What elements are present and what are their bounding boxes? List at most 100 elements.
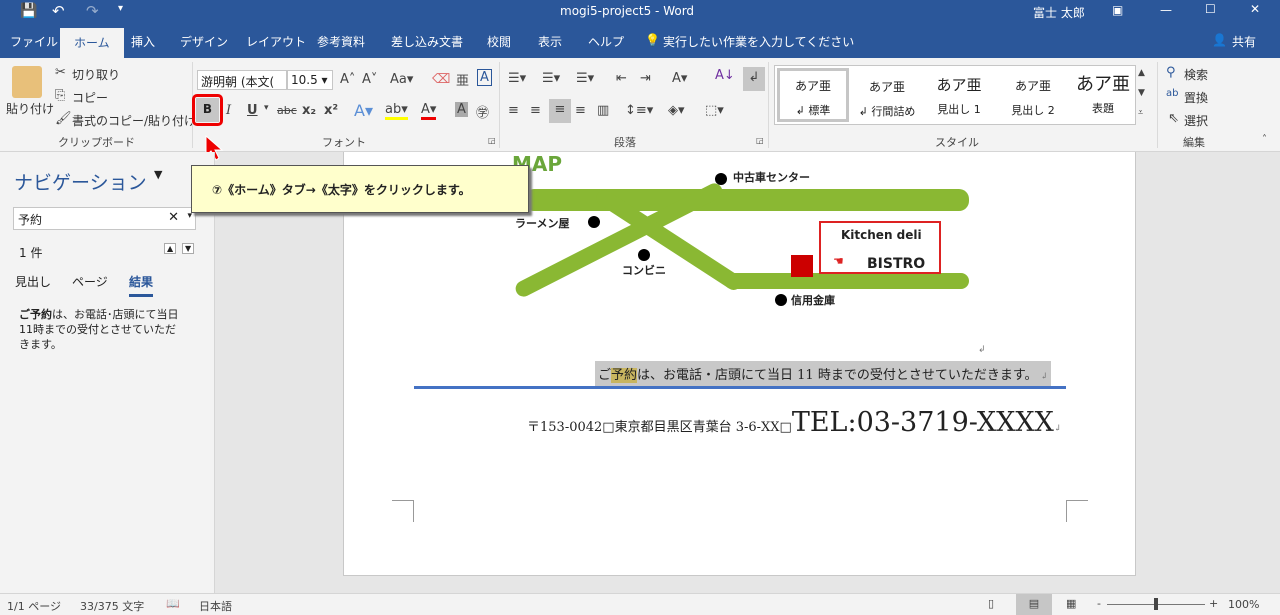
save-icon[interactable]: 💾	[20, 3, 37, 19]
paste-icon[interactable]	[12, 66, 42, 98]
print-layout-icon[interactable]: ▤	[1016, 594, 1052, 615]
previous-result-icon[interactable]: ▲	[164, 243, 177, 254]
tab-file[interactable]: ファイル	[10, 33, 58, 50]
proofing-icon[interactable]: 📖	[166, 597, 180, 610]
redo-icon[interactable]: ↷	[86, 2, 99, 20]
align-right-icon[interactable]: ≡	[549, 99, 571, 123]
select-button[interactable]: 選択	[1184, 112, 1208, 129]
numbering-icon[interactable]: ☰▾	[542, 71, 560, 86]
tab-home[interactable]: ホーム	[60, 28, 124, 58]
zoom-out-icon[interactable]: -	[1097, 597, 1101, 610]
tab-view[interactable]: 表示	[538, 33, 562, 50]
underline-dropdown-icon[interactable]: ▾	[264, 103, 269, 113]
share-icon[interactable]: 👤	[1212, 33, 1227, 47]
maximize-icon[interactable]: ☐	[1205, 2, 1216, 16]
replace-button[interactable]: 置換	[1184, 89, 1208, 106]
shading-icon[interactable]: ◈▾	[668, 103, 685, 118]
tab-references[interactable]: 参考資料	[317, 33, 365, 50]
font-dialog-launcher-icon[interactable]: ◲	[488, 136, 496, 145]
shrink-font-icon[interactable]: A˅	[362, 72, 377, 87]
cut-button[interactable]: 切り取り	[72, 66, 120, 83]
zoom-level[interactable]: 100%	[1228, 598, 1259, 611]
selected-paragraph[interactable]: ご予約は、お電話・店頭にて当日 11 時までの受付とさせていただきます。 ↲	[595, 361, 1051, 387]
nav-tab-headings[interactable]: 見出し	[15, 273, 51, 290]
enclose-characters-icon[interactable]: ㊫	[476, 102, 489, 121]
text-effects-icon[interactable]: A▾	[354, 101, 373, 120]
minimize-icon[interactable]: —	[1160, 3, 1172, 17]
tab-mailings[interactable]: 差し込み文書	[391, 33, 463, 50]
editing-group-label: 編集	[1183, 136, 1205, 149]
tell-me-input[interactable]: 実行したい作業を入力してください	[663, 33, 854, 50]
nav-tab-pages[interactable]: ページ	[72, 273, 108, 290]
nav-options-icon[interactable]: ▼	[154, 168, 162, 181]
tab-review[interactable]: 校閲	[487, 33, 511, 50]
bullets-icon[interactable]: ☰▾	[508, 71, 526, 86]
change-case-icon[interactable]: Aa▾	[390, 72, 413, 87]
undo-icon[interactable]: ↶	[52, 2, 65, 20]
styles-more-icon[interactable]: ⩡	[1138, 108, 1143, 118]
next-result-icon[interactable]: ▼	[182, 243, 195, 254]
show-marks-icon[interactable]: ↲	[743, 67, 765, 91]
styles-scroll-down-icon[interactable]: ▼	[1138, 88, 1145, 98]
zoom-slider-thumb[interactable]	[1154, 598, 1158, 610]
page-count[interactable]: 1/1 ページ	[7, 598, 61, 614]
tab-design[interactable]: デザイン	[180, 33, 228, 50]
collapse-ribbon-icon[interactable]: ˄	[1262, 134, 1267, 145]
superscript-icon[interactable]: x²	[324, 103, 338, 118]
paste-button[interactable]: 貼り付け	[6, 100, 54, 117]
decrease-indent-icon[interactable]: ⇤	[616, 71, 627, 86]
format-painter-button[interactable]: 書式のコピー/貼り付け	[72, 112, 196, 129]
style-title[interactable]: あア亜 表題	[1067, 74, 1139, 130]
borders-icon[interactable]: ⬚▾	[705, 103, 724, 118]
strikethrough-icon[interactable]: abc	[277, 104, 297, 117]
clear-search-icon[interactable]: ✕	[168, 210, 179, 225]
nav-search-input[interactable]: 予約 ✕ ▾	[13, 207, 196, 230]
style-normal[interactable]: あア亜 ↲ 標準	[777, 68, 849, 122]
italic-button[interactable]: I	[226, 103, 231, 118]
nav-tab-results[interactable]: 結果	[129, 273, 154, 297]
web-layout-icon[interactable]: ▦	[1066, 597, 1076, 610]
tab-help[interactable]: ヘルプ	[588, 33, 624, 50]
grow-font-icon[interactable]: A˄	[340, 72, 355, 87]
lightbulb-icon: 💡	[645, 33, 660, 47]
customize-qat-icon[interactable]: ▾	[118, 3, 123, 14]
ribbon-display-icon[interactable]: ▣	[1112, 3, 1123, 17]
share-button[interactable]: 共有	[1232, 33, 1256, 50]
phonetic-guide-icon[interactable]: 亜	[456, 70, 469, 89]
tab-layout[interactable]: レイアウト	[246, 33, 306, 50]
zoom-in-icon[interactable]: +	[1209, 597, 1218, 610]
character-shading-icon[interactable]: A	[455, 102, 468, 117]
word-count[interactable]: 33/375 文字	[80, 598, 144, 614]
font-color-icon[interactable]: A▾	[421, 102, 437, 120]
underline-button[interactable]: U	[247, 103, 258, 118]
line-spacing-icon[interactable]: ↕≡▾	[625, 103, 653, 118]
find-button[interactable]: 検索	[1184, 66, 1208, 83]
style-no-spacing[interactable]: あア亜 ↲ 行間詰め	[851, 74, 923, 130]
tab-insert[interactable]: 挿入	[131, 33, 155, 50]
copy-button[interactable]: コピー	[72, 89, 108, 106]
subscript-icon[interactable]: x₂	[302, 103, 316, 118]
read-mode-icon[interactable]: ▯	[988, 597, 994, 610]
sort-icon[interactable]: A↓	[715, 68, 735, 83]
highlight-color-icon[interactable]: ab▾	[385, 102, 408, 120]
styles-scroll-up-icon[interactable]: ▲	[1138, 68, 1145, 78]
close-icon[interactable]: ✕	[1250, 2, 1260, 16]
document-page[interactable]: MAP 中古車センター ラーメン屋 コンビニ 信用金庫 Kitchen deli…	[343, 152, 1136, 576]
search-result-item[interactable]: ご予約は、お電話･店頭にて当日11時までの受付とさせていただきます。	[19, 307, 184, 352]
style-heading-2[interactable]: あア亜 見出し 2	[997, 74, 1069, 130]
language[interactable]: 日本語	[199, 598, 232, 614]
font-size-select[interactable]: 10.5 ▾	[287, 70, 333, 90]
align-center-icon[interactable]: ≡	[530, 103, 541, 118]
clear-formatting-icon[interactable]: ⌫	[432, 72, 450, 87]
paragraph-dialog-launcher-icon[interactable]: ◲	[756, 136, 764, 145]
justify-icon[interactable]: ≡	[575, 103, 586, 118]
font-name-select[interactable]: 游明朝 (本文(	[197, 70, 287, 90]
multilevel-list-icon[interactable]: ☰▾	[576, 71, 594, 86]
bold-button[interactable]: B	[196, 98, 219, 122]
style-heading-1[interactable]: あア亜 見出し 1	[923, 74, 995, 130]
text-direction-icon[interactable]: A▾	[672, 71, 687, 86]
increase-indent-icon[interactable]: ⇥	[640, 71, 651, 86]
character-border-icon[interactable]: A	[477, 69, 492, 86]
distributed-icon[interactable]: ▥	[597, 103, 609, 118]
align-left-icon[interactable]: ≡	[508, 103, 519, 118]
